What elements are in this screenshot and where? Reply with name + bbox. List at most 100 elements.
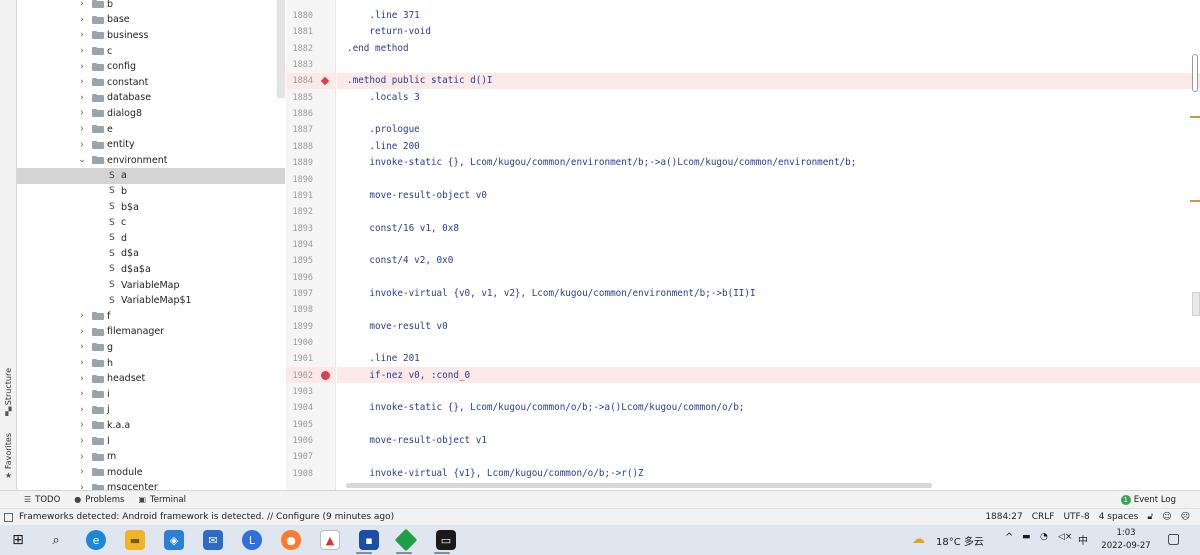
search-icon[interactable]: ⌕ <box>46 530 66 550</box>
editor-horizontal-scrollbar[interactable] <box>346 483 932 488</box>
todo-tab[interactable]: ☰ TODO <box>24 495 60 505</box>
chevron-right-icon[interactable]: › <box>77 124 87 134</box>
chevron-right-icon[interactable]: › <box>77 46 87 56</box>
weather-icon[interactable]: ☁ <box>912 532 925 547</box>
code-editor[interactable]: .line 371 return-void .end method .method … <box>337 0 1200 490</box>
tree-file-row[interactable]: S VariableMap <box>17 277 285 293</box>
chevron-right-icon[interactable]: › <box>77 342 87 352</box>
tree-package-row[interactable]: › k.a.a <box>17 418 285 434</box>
ime-indicator[interactable]: 中 <box>1078 532 1088 547</box>
error-stripe-marker[interactable] <box>1190 116 1200 118</box>
tree-file-row[interactable]: Sd$a$a <box>17 262 285 278</box>
chevron-right-icon[interactable]: › <box>77 405 87 415</box>
editor-vertical-scrollbar[interactable] <box>1192 54 1198 92</box>
chevron-right-icon[interactable]: › <box>77 62 87 72</box>
chevron-right-icon[interactable]: › <box>77 420 87 430</box>
mail-icon[interactable]: ✉ <box>203 530 223 550</box>
terminal-app-icon[interactable]: ▭ <box>436 530 456 550</box>
tree-file-row[interactable]: Sa <box>17 168 285 184</box>
tree-package-row[interactable]: › l <box>17 433 285 449</box>
line-number: 1904 <box>292 403 313 414</box>
structure-tab[interactable]: Structure ▞ <box>1 368 16 416</box>
lock-icon[interactable]: 🔓︎ <box>1147 512 1153 522</box>
app-tent-icon[interactable]: ▲ <box>320 530 340 550</box>
app-blue-icon[interactable]: ▪ <box>359 530 379 550</box>
chevron-down-icon[interactable]: ⌄ <box>77 155 87 165</box>
android-studio-icon[interactable] <box>394 528 418 552</box>
indent-setting[interactable]: 4 spaces <box>1099 512 1139 522</box>
chevron-right-icon[interactable]: › <box>77 374 87 384</box>
chevron-right-icon[interactable]: › <box>77 311 87 321</box>
chevron-right-icon[interactable]: › <box>77 108 87 118</box>
chevron-right-icon[interactable]: › <box>77 436 87 446</box>
volume-icon[interactable]: ◁× <box>1058 532 1072 542</box>
tree-package-row[interactable]: ⌄ environment <box>17 153 285 169</box>
error-stripe-marker[interactable] <box>1190 200 1200 202</box>
chevron-right-icon[interactable]: › <box>77 452 87 462</box>
chevron-right-icon[interactable]: › <box>77 483 87 490</box>
tree-file-row[interactable]: Sb <box>17 184 285 200</box>
frown-icon[interactable]: ☹ <box>1181 512 1190 522</box>
tree-package-row[interactable]: › f <box>17 309 285 325</box>
chevron-right-icon[interactable]: › <box>77 467 87 477</box>
smiley-icon[interactable]: ☺ <box>1162 512 1171 522</box>
status-message[interactable]: Frameworks detected: Android framework i… <box>4 512 394 522</box>
chevron-right-icon[interactable]: › <box>77 30 87 40</box>
firefox-icon[interactable]: ● <box>281 530 301 550</box>
tree-scrollbar[interactable] <box>277 0 285 98</box>
tree-package-row[interactable]: › msgcenter <box>17 480 285 490</box>
tree-package-row[interactable]: › j <box>17 402 285 418</box>
terminal-tab[interactable]: ▣ Terminal <box>138 495 185 505</box>
tree-file-row[interactable]: Sc <box>17 215 285 231</box>
tree-package-row[interactable]: › constant <box>17 75 285 91</box>
chevron-right-icon[interactable]: › <box>77 358 87 368</box>
tree-package-row[interactable]: › base <box>17 12 285 28</box>
tree-package-row[interactable]: › config <box>17 59 285 75</box>
chevron-right-icon[interactable]: › <box>77 389 87 399</box>
chevron-right-icon[interactable]: › <box>77 15 87 25</box>
file-encoding[interactable]: UTF-8 <box>1063 512 1089 522</box>
line-separator[interactable]: CRLF <box>1032 512 1055 522</box>
tree-package-row[interactable]: › business <box>17 28 285 44</box>
chevron-right-icon[interactable]: › <box>77 93 87 103</box>
tree-package-row[interactable]: › entity <box>17 137 285 153</box>
chevron-right-icon[interactable]: › <box>77 327 87 337</box>
favorites-tab[interactable]: Favorites ★ <box>1 433 16 480</box>
windows-start-icon[interactable]: ⊞ <box>8 530 28 550</box>
chevron-right-icon[interactable]: › <box>77 0 87 9</box>
clock[interactable]: 1:03 2022-09-27 <box>1094 527 1158 553</box>
event-log-tab[interactable]: 1 Event Log <box>1120 495 1176 505</box>
edge-icon[interactable]: e <box>86 530 106 550</box>
tree-package-row[interactable]: › i <box>17 387 285 403</box>
problems-tab[interactable]: ● Problems <box>74 495 124 505</box>
app-l-icon[interactable]: L <box>242 530 262 550</box>
editor-gutter[interactable]: 1880 1881 1882 1883 1884 1885 1886 1887 1888 1889… <box>286 0 336 490</box>
tree-package-row[interactable]: › h <box>17 355 285 371</box>
battery-icon[interactable]: ▬ <box>1022 532 1031 542</box>
tree-file-row[interactable]: Sd$a <box>17 246 285 262</box>
caret-position[interactable]: 1884:27 <box>985 512 1022 522</box>
store-icon[interactable]: ◈ <box>164 530 184 550</box>
tree-file-row[interactable]: Sd <box>17 231 285 247</box>
chevron-right-icon[interactable]: › <box>77 77 87 87</box>
file-explorer-icon[interactable]: ▬ <box>125 530 145 550</box>
tree-package-row[interactable]: › database <box>17 90 285 106</box>
notification-icon[interactable]: ▢ <box>1167 531 1180 547</box>
tree-package-row[interactable]: › module <box>17 465 285 481</box>
tree-package-row[interactable]: › headset <box>17 371 285 387</box>
chevron-right-icon[interactable]: › <box>77 140 87 150</box>
tree-package-row[interactable]: › m <box>17 449 285 465</box>
tree-file-row[interactable]: S VariableMap$1 <box>17 293 285 309</box>
tree-file-row[interactable]: Sb$a <box>17 199 285 215</box>
tree-package-row[interactable]: › dialog8 <box>17 106 285 122</box>
network-icon[interactable]: ◔ <box>1040 532 1048 542</box>
tree-package-row[interactable]: › c <box>17 43 285 59</box>
error-stripe-marker[interactable] <box>1192 292 1200 316</box>
tree-package-row[interactable]: › b <box>17 0 285 12</box>
weather-text[interactable]: 18°C 多云 <box>936 533 984 548</box>
tree-package-row[interactable]: › g <box>17 340 285 356</box>
tray-chevron-icon[interactable]: ^ <box>1005 532 1013 543</box>
tree-package-row[interactable]: › filemanager <box>17 324 285 340</box>
tree-package-row[interactable]: › e <box>17 121 285 137</box>
windows-taskbar: ⊞ ⌕ e ▬ ◈ ✉ L ● ▲ ▪ ▭ ☁ 18°C 多云 ^ ▬ ◔ ◁×… <box>0 525 1200 555</box>
